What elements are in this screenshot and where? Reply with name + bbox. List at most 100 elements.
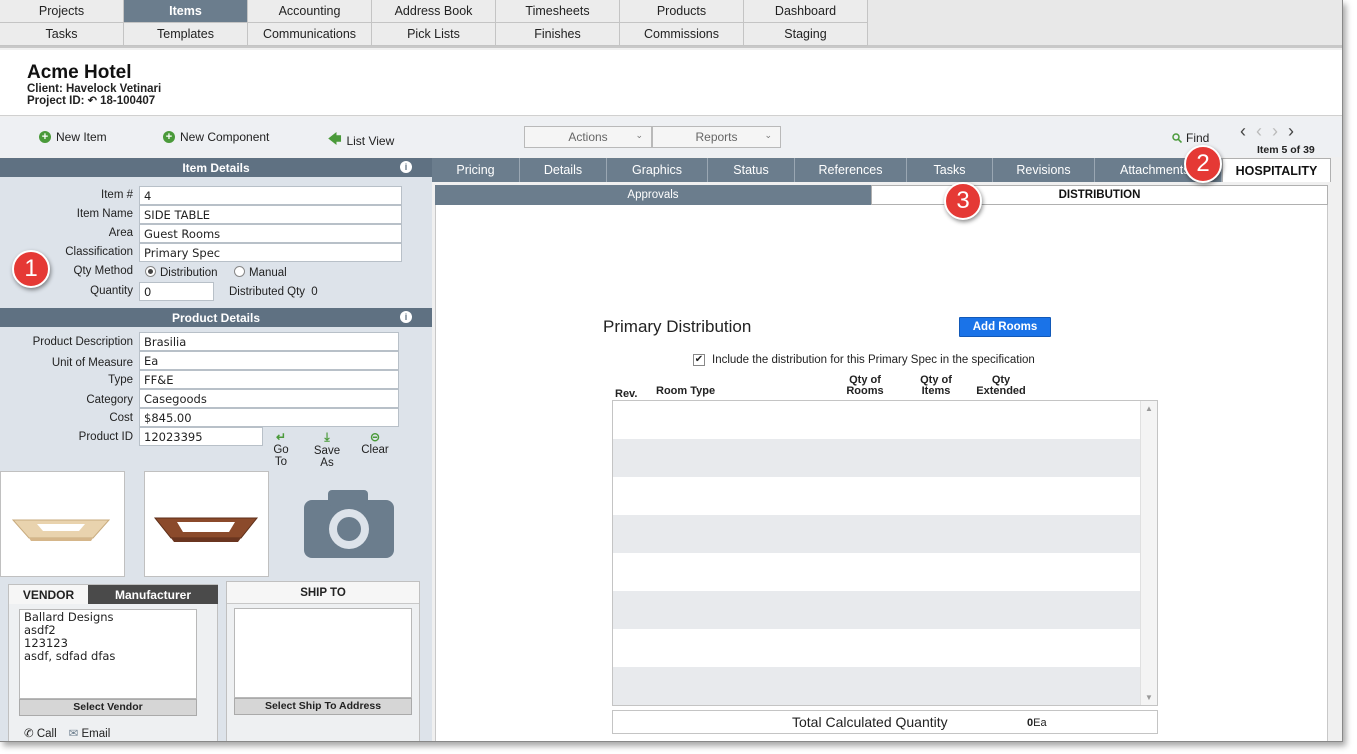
nav-accounting[interactable]: Accounting [248,0,372,23]
table-row[interactable] [613,515,1141,553]
tab-graphics[interactable]: Graphics [607,158,708,182]
radio-selected[interactable] [145,266,156,277]
type-field[interactable]: FF&E [139,370,399,389]
list-view-label: List View [346,134,395,148]
ship-to-panel: SHIP TO Select Ship To Address [226,581,420,741]
nav-row-2: Tasks Templates Communications Pick List… [0,23,868,46]
product-description-label: Product Description [32,336,133,348]
quantity-field[interactable]: 0 [139,282,214,301]
vendor-panel: VENDOR Manufacturer Ballard Designs asdf… [8,584,218,741]
previous-item-icon[interactable]: ‹ [1256,121,1262,142]
item-details-title: Item Details [182,160,250,175]
call-button[interactable]: ✆ Call [24,726,57,740]
nav-commissions[interactable]: Commissions [620,23,744,46]
table-row[interactable] [613,401,1141,439]
grid-scrollbar[interactable]: ▲ ▼ [1140,401,1157,705]
select-vendor-button[interactable]: Select Vendor [19,699,197,716]
reports-dropdown[interactable]: Reports ⌄ [652,126,781,148]
product-description-field[interactable]: Brasilia [139,332,399,351]
save-as-button[interactable]: ⤓ Save As [306,430,348,469]
qty-method-manual[interactable]: Manual [234,266,287,279]
tab-hospitality[interactable]: HOSPITALITY [1222,158,1331,182]
subtab-approvals[interactable]: Approvals [435,185,871,205]
category-field[interactable]: Casegoods [139,389,399,408]
tab-revisions[interactable]: Revisions [993,158,1095,182]
table-row[interactable] [613,477,1141,515]
total-quantity-row: Total Calculated Quantity 0Ea [612,710,1158,734]
add-photo-camera-icon[interactable] [304,490,394,561]
download-icon: ⤓ [324,430,330,444]
item-name-field[interactable]: SIDE TABLE [139,205,402,224]
qty-method-distribution[interactable]: Distribution [145,266,218,279]
nav-address-book[interactable]: Address Book [372,0,496,23]
product-image-1[interactable] [0,471,125,577]
info-icon[interactable]: i [400,161,412,173]
classification-label: Classification [65,246,133,258]
project-title: Acme Hotel [27,62,132,83]
table-row[interactable] [613,591,1141,629]
classification-field[interactable]: Primary Spec [139,243,402,262]
tab-status[interactable]: Status [708,158,795,182]
table-row[interactable] [613,439,1141,477]
top-navigation: Projects Items Accounting Address Book T… [0,0,1342,48]
distributed-qty-label: Distributed Qty [229,286,306,298]
go-to-button[interactable]: ↵ Go To [266,430,296,468]
plus-circle-icon: + [163,131,175,143]
qty-method-label: Qty Method [73,265,133,277]
scroll-up-icon[interactable]: ▲ [1145,404,1153,413]
include-distribution-option[interactable]: ✔ Include the distribution for this Prim… [693,354,1035,366]
cost-label: Cost [109,412,133,424]
nav-templates[interactable]: Templates [124,23,248,46]
scroll-down-icon[interactable]: ▼ [1145,693,1153,702]
table-row[interactable] [613,553,1141,591]
nav-projects[interactable]: Projects [0,0,124,23]
project-id-label: Project ID: [27,95,85,107]
info-icon[interactable]: i [400,311,412,323]
nav-finishes[interactable]: Finishes [496,23,620,46]
nav-communications[interactable]: Communications [248,23,372,46]
product-image-2[interactable] [144,471,269,577]
item-number-field[interactable]: 4 [139,186,402,205]
callout-3: 3 [944,182,982,220]
product-id-field[interactable]: 12023395 [139,427,263,446]
tab-references[interactable]: References [795,158,907,182]
new-component-button[interactable]: + New Component [163,130,269,144]
tab-manufacturer[interactable]: Manufacturer [88,585,218,604]
tab-details[interactable]: Details [520,158,607,182]
select-ship-to-button[interactable]: Select Ship To Address [234,698,412,715]
list-view-button[interactable]: 🡄 List View [328,130,394,152]
item-count: Item 5 of 39 [1257,144,1315,156]
nav-products[interactable]: Products [620,0,744,23]
area-field[interactable]: Guest Rooms [139,224,402,243]
tab-vendor[interactable]: VENDOR [9,585,88,604]
nav-pick-lists[interactable]: Pick Lists [372,23,496,46]
nav-staging[interactable]: Staging [744,23,868,46]
last-item-icon[interactable]: › [1288,121,1294,142]
nav-items[interactable]: Items [124,0,248,23]
nav-dashboard[interactable]: Dashboard [744,0,868,23]
vendor-address: Ballard Designs asdf2 123123 asdf, sdfad… [19,609,197,699]
new-item-button[interactable]: + New Item [39,130,107,144]
ship-to-title: SHIP TO [227,582,419,604]
project-id-value: 18-100407 [100,95,156,107]
add-rooms-button[interactable]: Add Rooms [959,317,1051,337]
subtab-distribution[interactable]: DISTRIBUTION [871,185,1328,205]
vendor-contact: ✆ Call ✉ Email [24,726,110,740]
tab-pricing[interactable]: Pricing [432,158,520,182]
next-item-icon[interactable]: › [1272,121,1278,142]
nav-tasks[interactable]: Tasks [0,23,124,46]
actions-dropdown[interactable]: Actions ⌄ [524,126,652,148]
clear-button[interactable]: ⊝ Clear [360,430,390,456]
new-component-label: New Component [180,130,270,144]
radio-unselected[interactable] [234,266,245,277]
include-checkbox[interactable]: ✔ [693,354,705,366]
find-button[interactable]: Find [1172,131,1209,145]
first-item-icon[interactable]: ‹ [1240,121,1246,142]
nav-timesheets[interactable]: Timesheets [496,0,620,23]
tab-tasks[interactable]: Tasks [907,158,993,182]
cost-field[interactable]: $845.00 [139,408,399,427]
table-row[interactable] [613,629,1141,667]
table-row[interactable] [613,667,1141,705]
email-button[interactable]: ✉ Email [69,726,111,740]
unit-of-measure-field[interactable]: Ea [139,351,399,370]
